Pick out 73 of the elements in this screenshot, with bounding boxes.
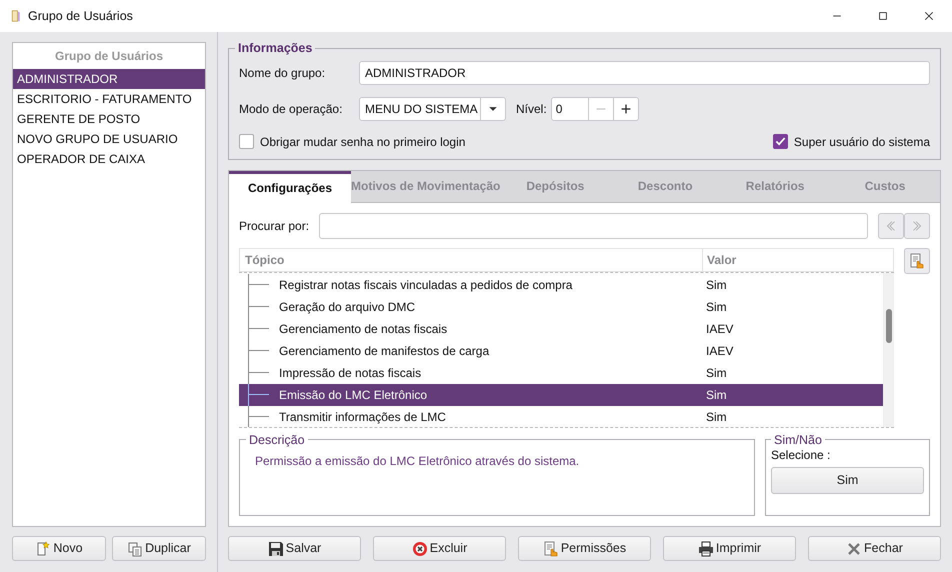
topic-text: Emissão do LMC Eletrônico [278, 386, 428, 404]
duplicate-button[interactable]: Duplicar [112, 536, 206, 561]
table-row[interactable]: Gerenciamento de manifestos de carga IAEV [239, 340, 883, 362]
description-text: Permissão a emissão do LMC Eletrônico através do sistema. [254, 453, 580, 470]
permissions-button[interactable]: Permissões [518, 536, 651, 561]
table-row[interactable]: Transmitir informações de LMC Sim [239, 406, 883, 426]
next-button[interactable] [904, 212, 930, 238]
column-header: Tópico [240, 248, 703, 270]
previous-button[interactable] [878, 212, 904, 238]
new-button[interactable]: Novo [12, 536, 106, 561]
close-button[interactable]: Fechar [808, 536, 941, 561]
field-label: Nome do grupo: [239, 64, 326, 82]
value-text: Sim [705, 386, 727, 404]
superuser-checkbox[interactable] [772, 134, 788, 149]
field-label: Nível: [516, 100, 547, 118]
group-item[interactable]: NOVO GRUPO DE USUARIO [13, 129, 205, 149]
table-row[interactable]: Gerenciamento de notas fiscais IAEV [239, 318, 883, 340]
value-text: Sim [705, 298, 727, 316]
maximize-icon[interactable] [877, 10, 889, 22]
table-row[interactable]: Emissão do LMC Eletrônico Sim [239, 384, 883, 406]
printer-icon [698, 540, 714, 556]
section-title: Sim/Não [773, 434, 823, 446]
hand-document-icon [542, 540, 559, 556]
name-field[interactable]: ADMINISTRADOR [359, 60, 930, 84]
hand-document-icon [909, 252, 925, 268]
close-icon [846, 540, 862, 556]
delete-button[interactable]: Excluir [373, 536, 506, 561]
tab[interactable]: Configurações [229, 170, 351, 202]
field-label: Modo de operação: [239, 100, 344, 118]
yes-button[interactable]: Sim [771, 467, 924, 494]
value-text: IAEV [705, 342, 734, 360]
value-text: IAEV [705, 320, 734, 338]
topic-text: Impressão de notas fiscais [278, 364, 422, 382]
scroll-thumb[interactable] [886, 308, 892, 342]
dropdown-value: MENU DO SISTEMA [364, 100, 479, 118]
topic-text: Transmitir informações de LMC [278, 408, 447, 426]
value-text: Sim [705, 364, 727, 382]
value-text: Sim [705, 276, 727, 294]
search-label: Procurar por: [239, 218, 310, 234]
spinner-value: 0 [554, 100, 564, 118]
document-star-icon [35, 540, 52, 556]
table-row[interactable]: Registrar notas fiscais vinculadas a pedidos de compra Sim [239, 274, 883, 296]
checkbox-label: Obrigar mudar senha no primeiro login [260, 134, 466, 150]
value-text: Sim [705, 408, 727, 426]
list-header: Grupo de Usuários [54, 48, 164, 65]
password-checkbox[interactable] [239, 134, 254, 149]
section-title: Informações [237, 42, 314, 54]
delete-icon [412, 540, 428, 556]
column-header: Valor [706, 252, 736, 268]
group-item[interactable]: ESCRITORIO - FATURAMENTO [13, 89, 205, 109]
topic-text: Gerenciamento de notas fiscais [278, 320, 448, 338]
section-title: Descrição [248, 434, 306, 446]
topic-text: Geração do arquivo DMC [278, 298, 416, 316]
plus-icon[interactable] [620, 104, 631, 114]
group-item[interactable]: GERENTE DE POSTO [13, 109, 205, 129]
copy-icon [127, 540, 144, 556]
permissions-button[interactable] [904, 248, 930, 274]
window-icon [10, 8, 22, 24]
print-button[interactable]: Imprimir [663, 536, 796, 561]
group-item[interactable]: ADMINISTRADOR [13, 69, 205, 89]
search-field[interactable] [319, 212, 868, 238]
window-title: Grupo de Usuários [28, 8, 133, 25]
topic-text: Gerenciamento de manifestos de carga [278, 342, 490, 360]
mode-dropdown[interactable]: MENU DO SISTEMA [359, 96, 506, 120]
checkbox-label: Super usuário do sistema [794, 134, 930, 150]
table-row[interactable]: Geração do arquivo DMC Sim [239, 296, 883, 318]
close-icon[interactable] [923, 10, 935, 22]
group-item[interactable]: OPERADOR DE CAIXA [13, 149, 205, 169]
prompt-label: Selecione : [771, 447, 832, 464]
scrollbar[interactable] [883, 272, 894, 426]
save-button[interactable]: Salvar [228, 536, 361, 561]
topic-text: Registrar notas fiscais vinculadas a pedidos de compra [278, 276, 574, 294]
level-spinner[interactable]: 0 [550, 96, 639, 120]
